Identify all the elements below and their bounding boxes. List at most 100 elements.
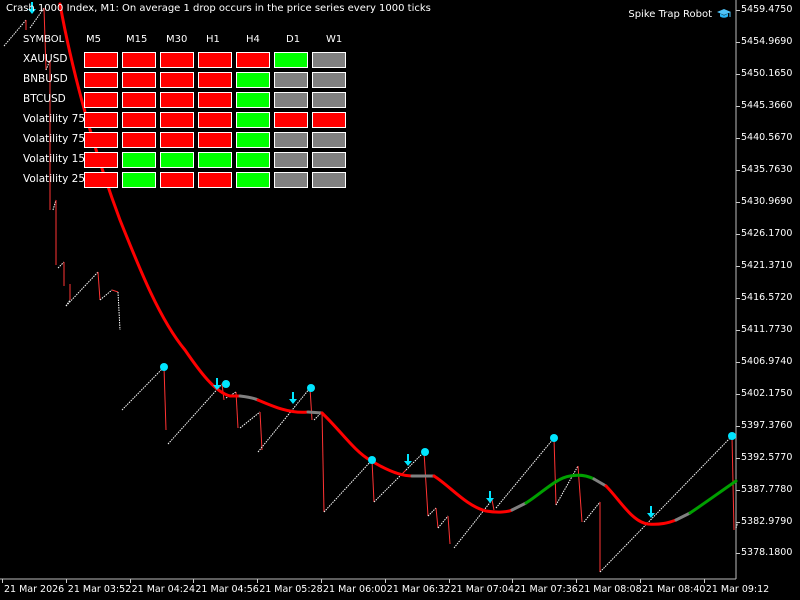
price-tick-label: 5378.1800 — [741, 547, 793, 559]
symbol-label: BNBUSD — [23, 73, 68, 85]
price-tick-mark — [736, 297, 740, 299]
time-tick-mark — [448, 579, 450, 583]
price-tick-mark — [736, 105, 740, 107]
price-rise-segment — [257, 387, 311, 453]
price-drop-spike — [553, 437, 557, 506]
spike-signal-dot[interactable] — [368, 456, 376, 464]
price-tick-label: 5397.3760 — [741, 419, 793, 431]
trend-cell-m15 — [122, 172, 156, 188]
price-rise-segment — [117, 291, 121, 331]
price-tick-mark — [736, 457, 740, 459]
price-drop-spike — [163, 366, 167, 431]
price-tick-mark — [736, 265, 740, 267]
price-tick-label: 5445.3660 — [741, 99, 793, 111]
trend-cell-h1 — [198, 172, 232, 188]
trend-cell-m30 — [160, 72, 194, 88]
trend-cell-h4 — [236, 72, 270, 88]
time-tick-mark — [129, 579, 131, 583]
moving-average-gray — [592, 477, 608, 488]
price-chart[interactable] — [0, 0, 800, 600]
time-tick-label: 21 Mar 2026 — [4, 584, 65, 595]
moving-average-gray — [674, 511, 692, 522]
trend-cell-w1 — [312, 152, 346, 168]
sell-arrow-icon[interactable] — [486, 491, 494, 503]
trend-cell-w1 — [312, 92, 346, 108]
moving-average-gray — [510, 501, 528, 512]
moving-average-red — [432, 474, 514, 514]
price-tick-mark — [736, 137, 740, 139]
time-tick-mark — [257, 579, 259, 583]
expert-advisor-label[interactable]: Spike Trap Robot — [628, 8, 732, 20]
price-tick-label: 5392.5770 — [741, 451, 793, 463]
table-header-symbol: SYMBOL — [23, 34, 65, 45]
price-drop-spike — [111, 289, 119, 293]
trend-cell-d1 — [274, 112, 308, 128]
price-tick-label: 5430.9690 — [741, 195, 793, 207]
trend-cell-h1 — [198, 132, 232, 148]
price-tick-mark — [736, 393, 740, 395]
time-tick-mark — [321, 579, 322, 583]
price-drop-spike — [447, 515, 451, 545]
moving-average-gray — [306, 410, 324, 415]
price-rise-segment — [427, 507, 437, 517]
trend-cell-h1 — [198, 72, 232, 88]
moving-average-green — [688, 479, 738, 515]
time-tick-mark — [384, 579, 386, 583]
trend-cell-h4 — [236, 52, 270, 68]
table-header-m30: M30 — [166, 34, 188, 45]
trend-cell-m15 — [122, 52, 156, 68]
symbol-label: Volatility 150 — [23, 153, 92, 165]
time-tick-label: 21 Mar 04:24 — [131, 584, 196, 595]
price-tick-mark — [736, 489, 740, 491]
price-tick-label: 5416.5720 — [741, 291, 793, 303]
trend-cell-d1 — [274, 132, 308, 148]
trend-cell-m15 — [122, 92, 156, 108]
robot-name: Spike Trap Robot — [628, 8, 712, 20]
price-tick-label: 5435.7630 — [741, 163, 793, 175]
price-tick-label: 5450.1650 — [741, 67, 793, 79]
trend-cell-h4 — [236, 92, 270, 108]
trend-cell-m30 — [160, 112, 194, 128]
sell-arrow-icon[interactable] — [289, 392, 297, 404]
symbol-label: Volatility 75 — [23, 133, 86, 145]
trend-cell-d1 — [274, 172, 308, 188]
spike-signal-dot[interactable] — [728, 432, 736, 440]
price-tick-label: 5454.9690 — [741, 35, 793, 47]
time-tick-label: 21 Mar 07:04 — [450, 584, 515, 595]
sell-arrow-icon[interactable] — [404, 454, 412, 466]
price-tick-mark — [736, 425, 740, 427]
spike-signal-dot[interactable] — [421, 448, 429, 456]
spike-signal-dot[interactable] — [307, 384, 315, 392]
time-tick-mark — [640, 579, 641, 583]
time-tick-mark — [65, 579, 67, 583]
price-rise-segment — [373, 473, 403, 503]
time-tick-mark — [576, 579, 578, 583]
price-drop-spike — [309, 387, 313, 421]
trend-cell-d1 — [274, 152, 308, 168]
spike-signal-dot[interactable] — [160, 363, 168, 371]
price-tick-mark — [736, 10, 740, 11]
table-header-h1: H1 — [206, 34, 220, 45]
trend-cell-w1 — [312, 72, 346, 88]
time-tick-mark — [703, 579, 705, 583]
price-drop-spike — [435, 507, 439, 529]
time-tick-mark — [193, 579, 195, 583]
trend-cell-m5 — [84, 52, 118, 68]
trend-cell-m15 — [122, 112, 156, 128]
spike-signal-dot[interactable] — [550, 434, 558, 442]
price-tick-mark — [736, 73, 740, 75]
trend-cell-m5 — [84, 172, 118, 188]
trend-cell-h1 — [198, 92, 232, 108]
price-drop-spike — [259, 411, 263, 451]
price-tick-mark — [736, 169, 740, 171]
time-tick-mark — [512, 579, 514, 583]
price-tick-label: 5382.9790 — [741, 515, 793, 527]
price-drop-spike — [371, 459, 375, 503]
spike-signal-dot[interactable] — [222, 380, 230, 388]
time-tick-label: 21 Mar 04:56 — [195, 584, 259, 595]
trend-cell-w1 — [312, 52, 346, 68]
price-tick-label: 5387.7780 — [741, 483, 793, 495]
trend-cell-m5 — [84, 132, 118, 148]
chart-area[interactable]: Crash 1000 Index, M1: On average 1 drop … — [0, 0, 800, 600]
time-tick-label: 21 Mar 05:28 — [259, 584, 323, 595]
